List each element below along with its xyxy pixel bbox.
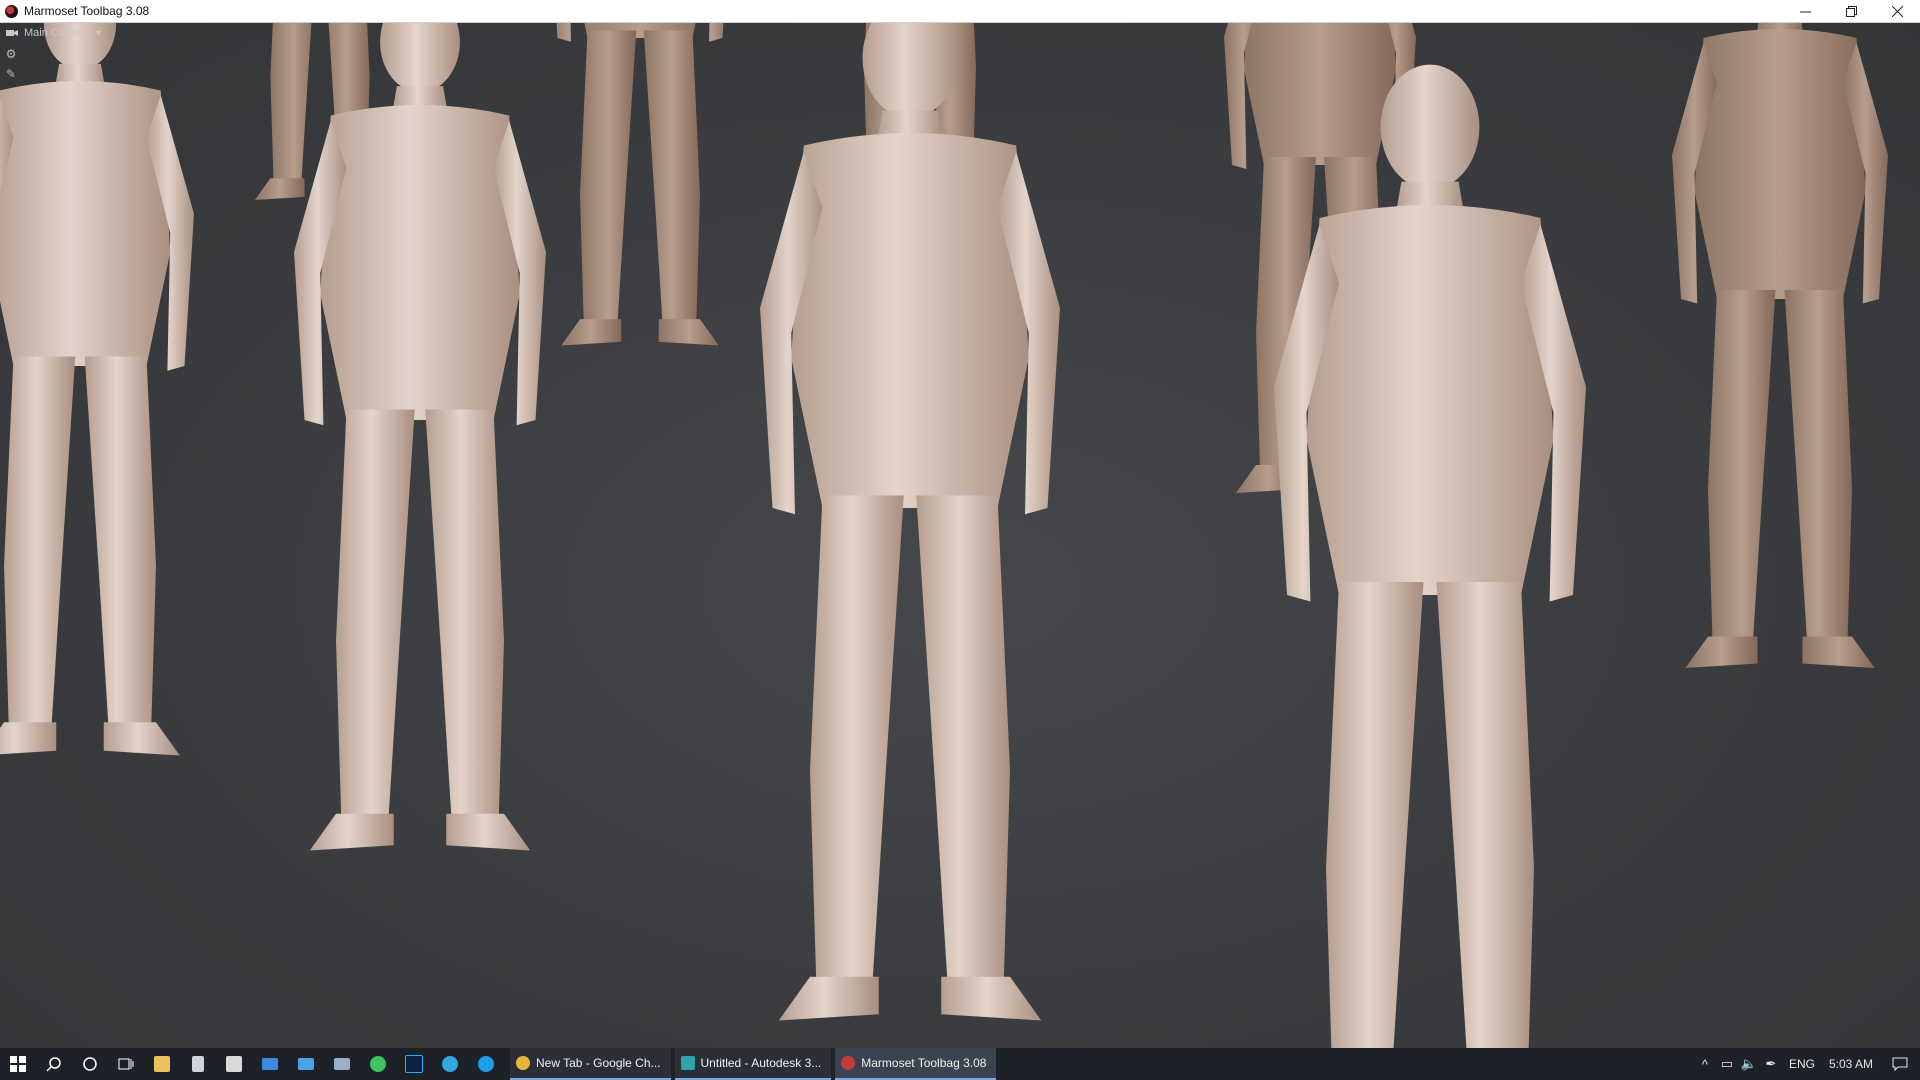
pin-icon[interactable]: ✎ [4, 67, 18, 81]
volume-icon[interactable]: 🔈 [1738, 1056, 1760, 1072]
viewport-tools: ⚙ ✎ [4, 47, 18, 81]
marmoset-icon [841, 1056, 856, 1070]
language-indicator[interactable]: ENG [1782, 1057, 1822, 1071]
scene-figures [0, 23, 1888, 1048]
3d-viewport[interactable]: Main Camera ▼ ⚙ ✎ [0, 23, 1920, 1048]
system-tray: ^ ▭ 🔈 ✒ ENG 5:03 AM [1694, 1048, 1920, 1080]
network-icon[interactable] [324, 1048, 360, 1080]
window-titlebar[interactable]: Marmoset Toolbag 3.08 [0, 0, 1920, 23]
chrome-icon [516, 1056, 530, 1070]
restore-icon [1845, 5, 1857, 17]
clock[interactable]: 5:03 AM [1822, 1057, 1880, 1071]
camera-icon [6, 30, 18, 36]
close-button[interactable] [1874, 0, 1920, 22]
chevron-up-icon[interactable]: ^ [1694, 1057, 1716, 1072]
photoshop-icon[interactable] [396, 1048, 432, 1080]
remote-desktop-icon[interactable] [288, 1048, 324, 1080]
taskbar-app-label: New Tab - Google Ch... [536, 1056, 661, 1070]
window-title: Marmoset Toolbag 3.08 [24, 4, 150, 18]
minimize-button[interactable] [1782, 0, 1828, 22]
telegram-icon[interactable] [432, 1048, 468, 1080]
windows-taskbar: New Tab - Google Ch... Untitled - Autode… [0, 1048, 1920, 1080]
file-explorer-icon[interactable] [144, 1048, 180, 1080]
notification-icon[interactable] [1880, 1048, 1920, 1080]
minimize-icon [1799, 11, 1811, 12]
search-icon[interactable] [36, 1048, 72, 1080]
calculator-icon[interactable] [180, 1048, 216, 1080]
skype-icon[interactable] [468, 1048, 504, 1080]
taskbar-app-label: Marmoset Toolbag 3.08 [861, 1056, 987, 1070]
windows-start-icon[interactable] [0, 1048, 36, 1080]
3dsmax-icon [680, 1056, 695, 1070]
store-icon[interactable] [216, 1048, 252, 1080]
window-controls [1782, 0, 1920, 22]
pen-icon[interactable]: ✒ [1760, 1056, 1782, 1072]
gear-icon[interactable]: ⚙ [4, 47, 18, 61]
task-view-icon[interactable] [108, 1048, 144, 1080]
mail-icon[interactable] [252, 1048, 288, 1080]
camera-selector[interactable]: Main Camera ▼ [6, 27, 103, 39]
taskbar-app-label: Untitled - Autodesk 3... [700, 1056, 822, 1070]
whatsapp-icon[interactable] [360, 1048, 396, 1080]
chevron-down-icon: ▼ [94, 28, 103, 38]
taskbar-app-marmoset[interactable]: Marmoset Toolbag 3.08 [835, 1048, 997, 1080]
restore-button[interactable] [1828, 0, 1874, 22]
cortana-icon[interactable] [72, 1048, 108, 1080]
close-icon [1891, 5, 1903, 17]
network-status-icon[interactable]: ▭ [1716, 1056, 1738, 1072]
taskbar-app-3dsmax[interactable]: Untitled - Autodesk 3... [674, 1048, 832, 1080]
camera-label: Main Camera [24, 27, 91, 39]
marmoset-app-icon [5, 4, 18, 18]
taskbar-app-chrome[interactable]: New Tab - Google Ch... [510, 1048, 671, 1080]
